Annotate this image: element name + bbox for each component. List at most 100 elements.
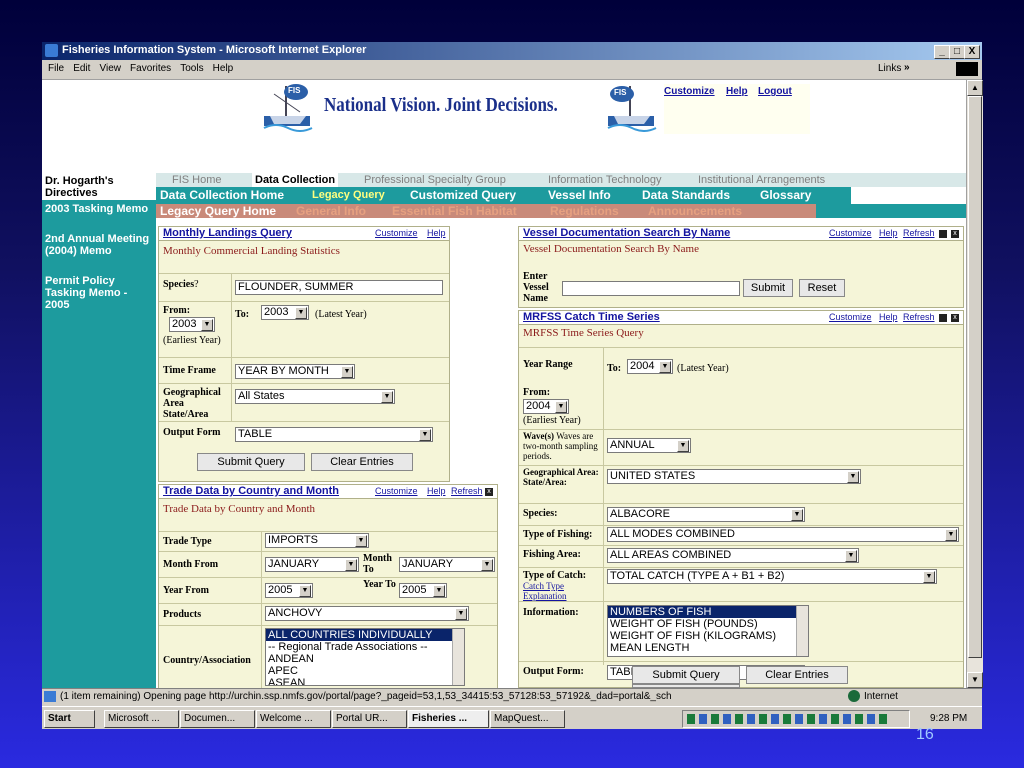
sidebar-item-permit-policy-memo[interactable]: Permit Policy Tasking Memo - 2005 [45,275,153,311]
monthly-landings-title[interactable]: Monthly Landings Query [163,227,292,239]
monthly-from-select[interactable]: 2003 ▼ [169,317,215,332]
mrfss-fishing-area-select[interactable]: ALL AREAS COMBINED ▼ [607,548,859,563]
mrfss-title[interactable]: MRFSS Catch Time Series [523,311,660,323]
start-button[interactable]: Start [44,710,95,728]
tab-legacy-query[interactable]: Legacy Query [312,188,385,203]
monthly-species-input[interactable]: FLOUNDER, SUMMER [235,280,443,295]
tab-fis-home[interactable]: FIS Home [172,173,222,187]
menu-file[interactable]: File [48,63,64,74]
mrfss-customize-link[interactable]: Customize [829,312,872,322]
country-option[interactable]: -- Regional Trade Associations -- [266,641,464,653]
monthly-clear-button[interactable]: Clear Entries [311,453,413,471]
trade-month-to-select[interactable]: JANUARY ▼ [399,557,495,572]
trade-close-icon[interactable]: x [485,488,493,496]
vessel-refresh-link[interactable]: Refresh [903,228,935,238]
mrfss-to-select[interactable]: 2004 ▼ [627,359,673,374]
trade-month-from-select[interactable]: JANUARY ▼ [265,557,359,572]
trade-year-to-select[interactable]: 2005 ▼ [399,583,447,598]
mrfss-help-link[interactable]: Help [879,312,898,322]
country-option[interactable]: ASEAN [266,677,464,685]
tab-information-technology[interactable]: Information Technology [548,173,662,187]
scroll-up-icon[interactable]: ▲ [967,80,983,96]
tab-data-collection-home[interactable]: Data Collection Home [160,188,284,203]
sidebar-item-annual-meeting-memo[interactable]: 2nd Annual Meeting (2004) Memo [45,233,153,257]
mrfss-close-icon[interactable]: x [951,314,959,322]
trade-customize-link[interactable]: Customize [375,486,418,496]
vessel-edit-icon[interactable] [939,230,947,238]
monthly-customize-link[interactable]: Customize [375,228,418,238]
vessel-reset-button[interactable]: Reset [799,279,845,297]
tab-data-collection[interactable]: Data Collection [252,173,339,187]
trade-help-link[interactable]: Help [427,486,446,496]
monthly-submit-button[interactable]: Submit Query [197,453,305,471]
country-option[interactable]: APEC [266,665,464,677]
tray-icons[interactable] [687,714,887,724]
sidebar-item-2003-tasking-memo[interactable]: 2003 Tasking Memo [45,203,153,215]
mrfss-fishing-type-select[interactable]: ALL MODES COMBINED ▼ [607,527,959,542]
monthly-help-link[interactable]: Help [427,228,446,238]
vessel-help-link[interactable]: Help [879,228,898,238]
trade-data-title[interactable]: Trade Data by Country and Month [163,485,339,497]
tab-general-info[interactable]: General Info [296,204,366,218]
title-bar[interactable]: Fisheries Information System - Microsoft… [42,42,982,60]
trade-refresh-link[interactable]: Refresh [451,486,483,496]
menu-view[interactable]: View [99,63,121,74]
mrfss-info-listbox[interactable]: NUMBERS OF FISH WEIGHT OF FISH (POUNDS) … [607,605,809,657]
info-option[interactable]: WEIGHT OF FISH (KILOGRAMS) [608,630,808,642]
logout-link[interactable]: Logout [758,86,792,97]
menu-tools[interactable]: Tools [180,63,203,74]
mrfss-catch-type-select[interactable]: TOTAL CATCH (TYPE A + B1 + B2) ▼ [607,569,937,584]
tab-regulations[interactable]: Regulations [550,204,619,218]
mrfss-submit-button[interactable]: Submit Query [632,666,740,684]
mrfss-species-select[interactable]: ALBACORE ▼ [607,507,805,522]
links-label[interactable]: Links [878,63,901,74]
vessel-close-icon[interactable]: x [951,230,959,238]
info-option[interactable]: NUMBERS OF FISH [608,606,808,618]
info-option[interactable]: WEIGHT OF FISH (POUNDS) [608,618,808,630]
monthly-output-select[interactable]: TABLE ▼ [235,427,433,442]
customize-link[interactable]: Customize [664,86,715,97]
trade-country-listbox[interactable]: ALL COUNTRIES INDIVIDUALLY -- Regional T… [265,628,465,686]
mrfss-edit-icon[interactable] [939,314,947,322]
tab-glossary[interactable]: Glossary [760,188,811,203]
vessel-submit-button[interactable]: Submit [743,279,793,297]
close-button[interactable]: X [964,45,980,59]
minimize-button[interactable]: _ [934,45,950,59]
mrfss-waves-select[interactable]: ANNUAL ▼ [607,438,691,453]
tab-professional-specialty-group[interactable]: Professional Specialty Group [364,173,506,187]
maximize-button[interactable]: □ [949,45,965,59]
trade-year-from-select[interactable]: 2005 ▼ [265,583,313,598]
task-welcome[interactable]: Welcome ... [256,710,331,728]
links-chevron-icon[interactable]: » [904,62,910,73]
country-option[interactable]: ALL COUNTRIES INDIVIDUALLY [266,629,464,641]
country-option[interactable]: ANDEAN [266,653,464,665]
menu-help[interactable]: Help [213,63,234,74]
tab-data-standards[interactable]: Data Standards [642,188,730,203]
task-microsoft[interactable]: Microsoft ... [104,710,179,728]
info-listbox-scrollbar[interactable] [796,606,808,656]
menu-edit[interactable]: Edit [73,63,90,74]
monthly-geo-select[interactable]: All States ▼ [235,389,395,404]
info-option[interactable]: MEAN LENGTH [608,642,808,654]
page-scrollbar[interactable]: ▲ ▼ [966,80,983,688]
scroll-down-icon[interactable]: ▼ [967,672,983,688]
task-documents[interactable]: Documen... [180,710,255,728]
species-help-mark[interactable]: ? [194,279,198,290]
mrfss-clear-button[interactable]: Clear Entries [746,666,848,684]
monthly-timeframe-select[interactable]: YEAR BY MONTH ▼ [235,364,355,379]
scroll-thumb[interactable] [968,96,982,658]
tab-legacy-query-home[interactable]: Legacy Query Home [160,204,276,218]
vessel-name-input[interactable] [562,281,740,296]
task-portal-url[interactable]: Portal UR... [332,710,407,728]
mrfss-from-select[interactable]: 2004 ▼ [523,399,569,414]
help-link[interactable]: Help [726,86,748,97]
tab-customized-query[interactable]: Customized Query [410,188,516,203]
trade-products-select[interactable]: ANCHOVY ▼ [265,606,469,621]
monthly-to-select[interactable]: 2003 ▼ [261,305,309,320]
tab-vessel-info[interactable]: Vessel Info [548,188,611,203]
tab-announcements[interactable]: Announcements [648,204,742,218]
mrfss-refresh-link[interactable]: Refresh [903,312,935,322]
tab-essential-fish-habitat[interactable]: Essential Fish Habitat [392,204,517,218]
mrfss-geo-select[interactable]: UNITED STATES ▼ [607,469,861,484]
catch-type-explanation-link[interactable]: Catch Type Explanation [523,581,593,601]
